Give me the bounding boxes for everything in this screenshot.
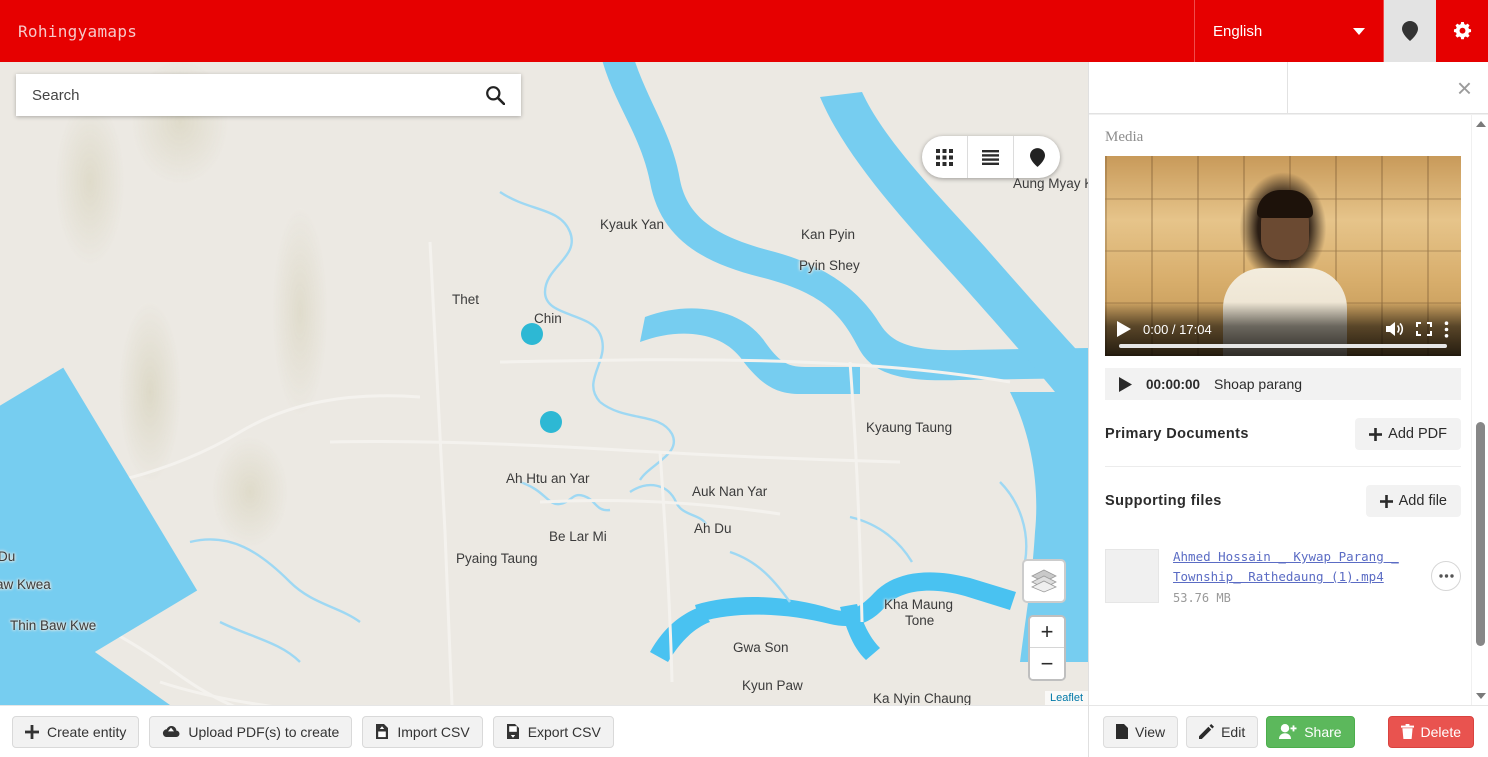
- header-tab-map-pin[interactable]: [1384, 0, 1436, 62]
- volume-icon: [1386, 322, 1404, 336]
- create-entity-button[interactable]: Create entity: [12, 715, 140, 748]
- supporting-files-title: Supporting files: [1105, 493, 1222, 509]
- file-icon: [1116, 724, 1128, 739]
- map-marker[interactable]: [521, 323, 543, 345]
- map-marker[interactable]: [540, 411, 562, 433]
- import-csv-label: Import CSV: [397, 723, 470, 740]
- edit-label: Edit: [1221, 723, 1246, 740]
- plus-icon: [1379, 494, 1393, 508]
- add-pdf-button[interactable]: Add PDF: [1355, 418, 1461, 450]
- panel-action-bar: View Edit Share Delete: [1089, 705, 1488, 757]
- zoom-out-button[interactable]: −: [1030, 648, 1064, 679]
- video-player[interactable]: 0:00 / 17:04: [1105, 156, 1461, 356]
- file-metadata: Ahmed Hossain _ Kywap Parang _ Township_…: [1173, 547, 1417, 605]
- file-import-icon: [376, 724, 389, 739]
- pencil-icon: [1199, 724, 1215, 739]
- media-section-label: Media: [1105, 129, 1144, 145]
- delete-label: Delete: [1420, 723, 1461, 740]
- header-spacer: [1100, 0, 1194, 62]
- upload-pdfs-label: Upload PDF(s) to create: [188, 723, 340, 740]
- list-icon: [982, 149, 999, 165]
- add-file-label: Add file: [1398, 493, 1447, 509]
- trash-icon: [1400, 724, 1414, 739]
- file-export-icon: [506, 724, 519, 739]
- video-progress-bar[interactable]: [1119, 344, 1447, 348]
- delete-button[interactable]: Delete: [1387, 715, 1474, 748]
- map-pin-icon: [1402, 21, 1418, 41]
- app-header: Rohingyamaps English: [0, 0, 1488, 62]
- supporting-file-row: Ahmed Hossain _ Kywap Parang _ Township_…: [1105, 533, 1461, 623]
- fullscreen-icon: [1416, 322, 1432, 336]
- detail-panel: × Media 0:00 / 17:04 00:00:00 Shoap para…: [1088, 62, 1488, 757]
- video-volume-button[interactable]: [1386, 321, 1404, 337]
- map-view-button[interactable]: [1014, 136, 1060, 178]
- view-label: View: [1135, 723, 1166, 740]
- add-pdf-label: Add PDF: [1388, 426, 1447, 442]
- file-options-button[interactable]: [1431, 561, 1461, 591]
- user-plus-icon: [1279, 724, 1297, 739]
- grid-icon: [936, 148, 953, 166]
- share-button[interactable]: Share: [1266, 715, 1355, 748]
- edit-button[interactable]: Edit: [1186, 715, 1259, 748]
- chevron-down-icon: [1353, 27, 1365, 35]
- map-view-switcher[interactable]: [922, 136, 1060, 178]
- scroll-up-arrow-icon[interactable]: [1476, 121, 1486, 127]
- export-csv-label: Export CSV: [527, 723, 601, 740]
- panel-close-button[interactable]: ×: [1288, 62, 1488, 113]
- map-zoom-controls[interactable]: + −: [1028, 615, 1066, 681]
- file-name-link[interactable]: Ahmed Hossain _ Kywap Parang _ Township_…: [1173, 547, 1417, 587]
- panel-scroll-area: Media 0:00 / 17:04 00:00:00 Shoap parang…: [1089, 115, 1471, 705]
- chapter-title: Shoap parang: [1214, 376, 1303, 392]
- language-label: English: [1213, 22, 1263, 40]
- panel-content: Media 0:00 / 17:04 00:00:00 Shoap parang…: [1089, 114, 1488, 705]
- panel-tab-empty[interactable]: [1089, 62, 1288, 113]
- language-selector[interactable]: English: [1194, 0, 1384, 62]
- plus-icon: [1369, 427, 1383, 441]
- map-attribution[interactable]: Leaflet: [1044, 691, 1088, 705]
- header-tab-settings[interactable]: [1436, 0, 1488, 62]
- zoom-in-button[interactable]: +: [1030, 617, 1064, 648]
- file-size-label: 53.76 MB: [1173, 591, 1231, 605]
- map-pin-icon: [1029, 147, 1045, 167]
- file-thumbnail: [1105, 549, 1159, 603]
- view-button[interactable]: View: [1103, 715, 1179, 748]
- play-icon[interactable]: [1119, 376, 1132, 392]
- search-bar[interactable]: [16, 74, 521, 116]
- list-view-button[interactable]: [968, 136, 1014, 178]
- primary-documents-title: Primary Documents: [1105, 426, 1249, 442]
- export-csv-button[interactable]: Export CSV: [492, 715, 614, 748]
- panel-tab-bar: ×: [1089, 62, 1488, 114]
- add-file-button[interactable]: Add file: [1365, 485, 1461, 517]
- layers-icon: [1031, 569, 1057, 593]
- map-container[interactable]: Kyauk Yan Kan Pyin Pyin Shey Aung Myay K…: [0, 62, 1088, 705]
- supporting-files-section: Supporting files Add file: [1105, 467, 1461, 533]
- video-time-display: 0:00 / 17:04: [1143, 321, 1212, 337]
- bottom-toolbar: Create entity Upload PDF(s) to create Im…: [0, 705, 1088, 757]
- scroll-down-arrow-icon[interactable]: [1476, 693, 1486, 699]
- map-layers-button[interactable]: [1022, 559, 1066, 603]
- cloud-upload-icon: [163, 725, 180, 737]
- search-icon[interactable]: [485, 85, 505, 105]
- more-horizontal-icon: [1438, 574, 1454, 578]
- media-chapter-row[interactable]: 00:00:00 Shoap parang: [1105, 368, 1461, 400]
- more-vertical-icon: [1444, 320, 1449, 338]
- video-fullscreen-button[interactable]: [1416, 322, 1432, 336]
- app-brand: Rohingyamaps: [18, 21, 138, 41]
- close-icon: ×: [1456, 72, 1472, 103]
- upload-pdfs-button[interactable]: Upload PDF(s) to create: [149, 715, 353, 748]
- import-csv-button[interactable]: Import CSV: [362, 715, 483, 748]
- panel-scrollbar[interactable]: [1471, 115, 1488, 705]
- gear-icon: [1453, 21, 1471, 39]
- create-entity-label: Create entity: [47, 723, 127, 740]
- grid-view-button[interactable]: [922, 136, 968, 178]
- play-icon: [1117, 321, 1131, 337]
- search-input[interactable]: [32, 86, 485, 104]
- plus-icon: [25, 724, 39, 739]
- scrollbar-thumb[interactable]: [1476, 421, 1485, 646]
- primary-documents-section: Primary Documents Add PDF: [1105, 400, 1461, 467]
- share-label: Share: [1304, 723, 1342, 740]
- chapter-timestamp: 00:00:00: [1146, 376, 1201, 392]
- video-play-button[interactable]: [1117, 321, 1131, 337]
- video-more-options-button[interactable]: [1444, 320, 1449, 338]
